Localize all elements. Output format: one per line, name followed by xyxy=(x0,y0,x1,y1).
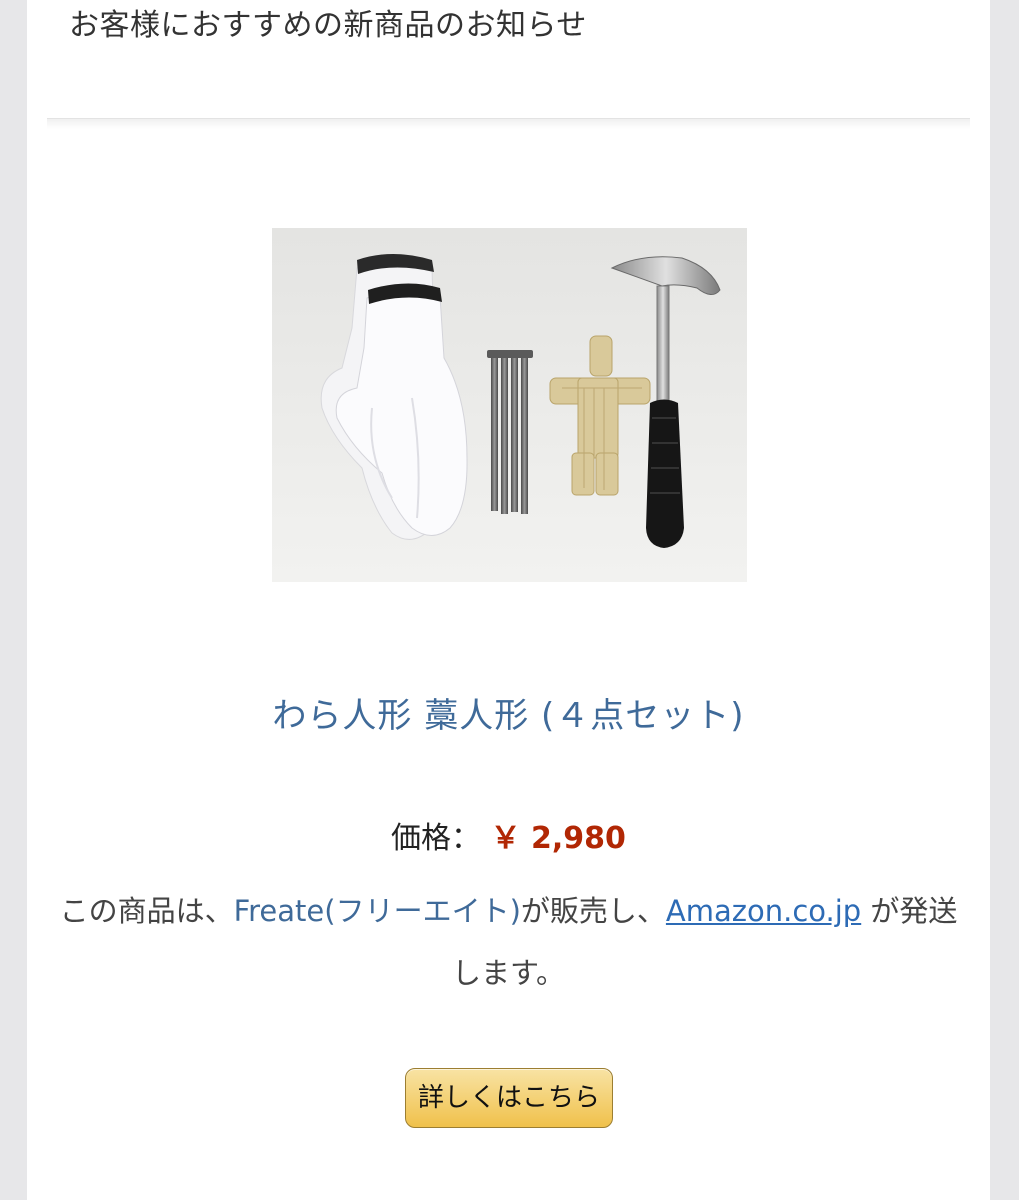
price-row: 価格： ￥ 2,980 xyxy=(27,817,990,861)
product-photo-icon[interactable] xyxy=(272,228,747,582)
seller-name: Freate(フリーエイト) xyxy=(233,894,521,928)
email-heading: お客様におすすめの新商品のお知らせ xyxy=(69,8,587,43)
price-value: ￥ 2,980 xyxy=(490,821,626,856)
product-title[interactable]: わら人形 藁人形 (４点セット) xyxy=(27,692,990,740)
email-frame: お客様におすすめの新商品のお知らせ わら人形 藁人形 (４点セット) 価格： ￥… xyxy=(27,0,990,1200)
amazon-link[interactable]: Amazon.co.jp xyxy=(666,894,861,928)
seller-text: この商品は、Freate(フリーエイト)が販売し、Amazon.co.jp が発… xyxy=(52,880,965,1004)
seller-middle: が販売し、 xyxy=(520,894,666,928)
section-divider xyxy=(47,118,970,129)
details-button[interactable]: 詳しくはこちら xyxy=(405,1068,613,1128)
seller-prefix: この商品は、 xyxy=(59,894,234,928)
price-label: 価格： xyxy=(391,821,482,856)
